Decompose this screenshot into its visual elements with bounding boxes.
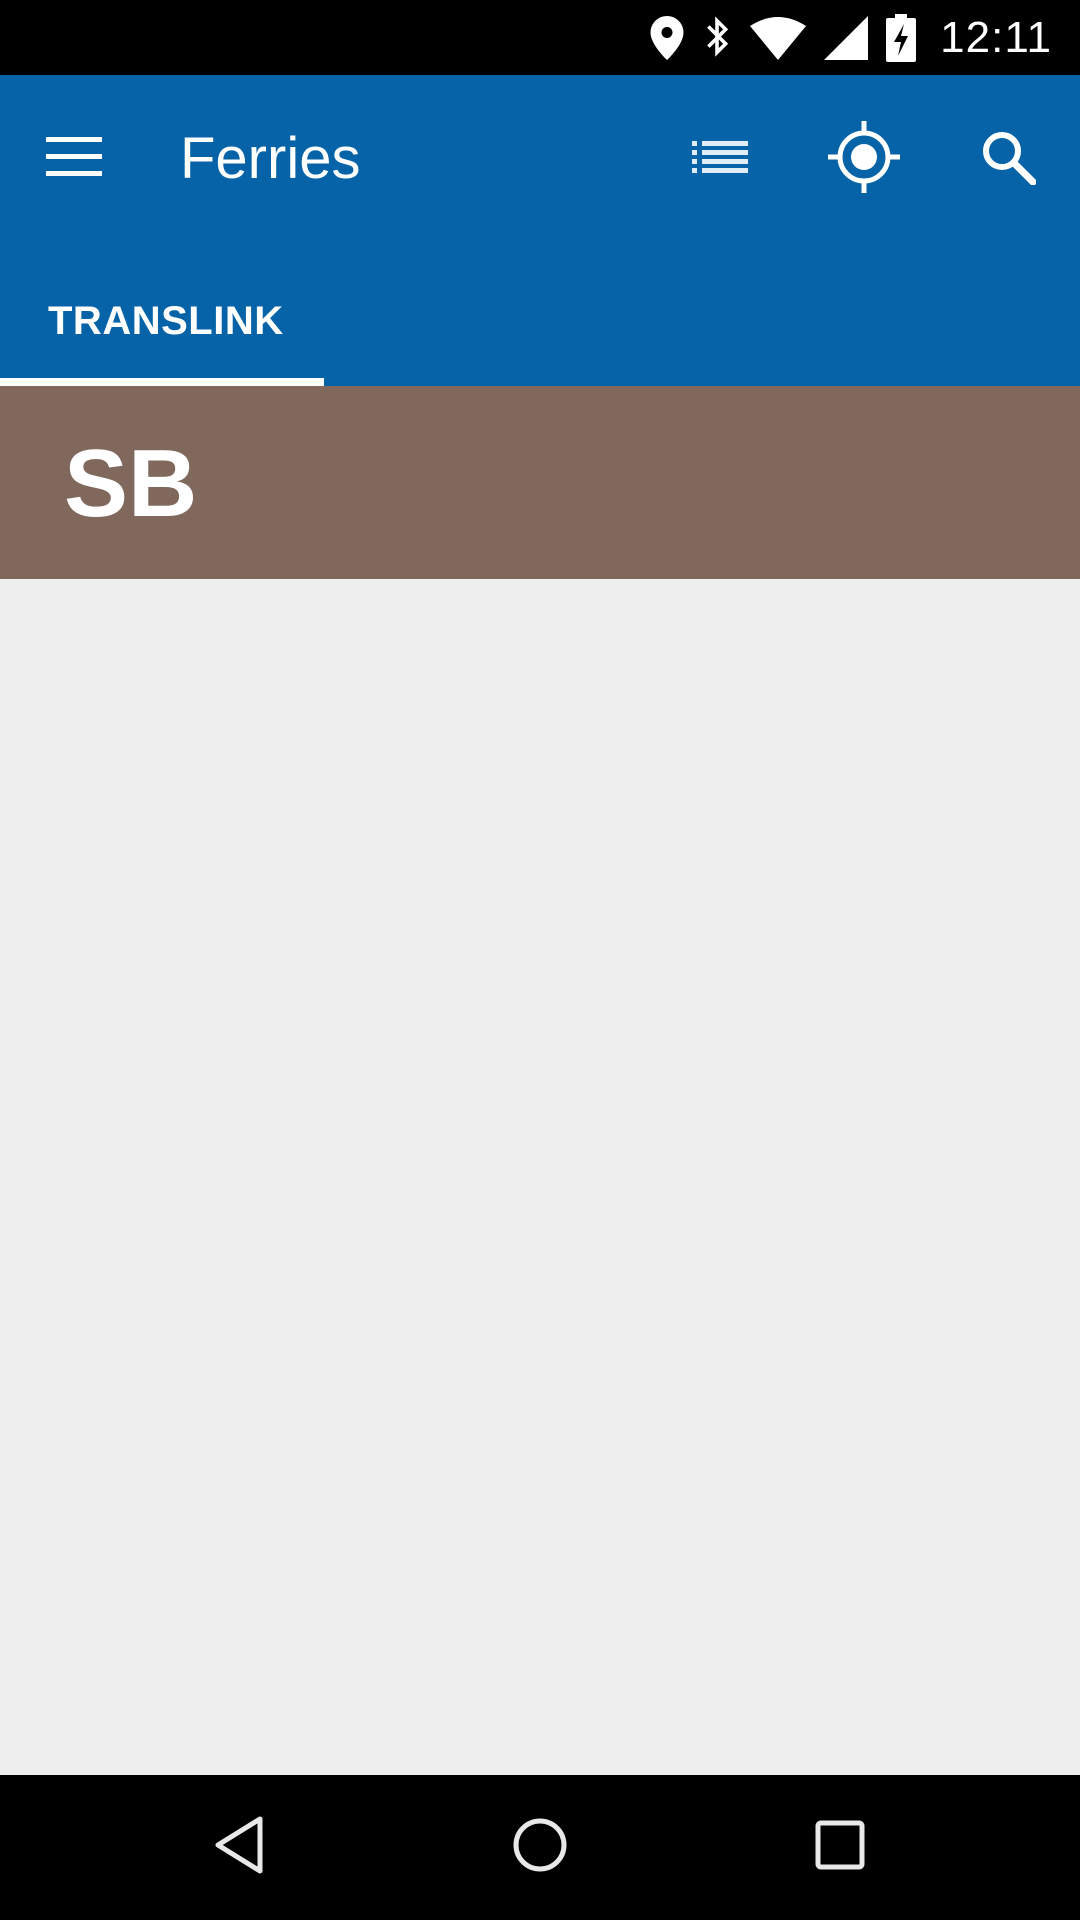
status-time: 12:11 bbox=[940, 12, 1052, 62]
back-icon bbox=[212, 1815, 268, 1880]
my-location-button[interactable] bbox=[824, 119, 904, 199]
route-code: SB bbox=[64, 430, 198, 537]
recents-button[interactable] bbox=[790, 1797, 890, 1897]
signal-icon bbox=[824, 15, 869, 60]
status-bar: 12:11 bbox=[0, 0, 1080, 75]
search-icon bbox=[980, 129, 1038, 190]
list-view-icon bbox=[692, 139, 748, 180]
navigation-bar bbox=[0, 1775, 1080, 1920]
content-area bbox=[0, 579, 1080, 1775]
tab-label: TRANSLINK bbox=[48, 299, 284, 343]
home-icon bbox=[512, 1817, 568, 1878]
toolbar: Ferries bbox=[0, 75, 1080, 243]
tab-bar: TRANSLINK bbox=[0, 243, 1080, 386]
menu-icon bbox=[46, 136, 102, 182]
home-button[interactable] bbox=[490, 1797, 590, 1897]
menu-button[interactable] bbox=[34, 119, 114, 199]
battery-charging-icon bbox=[886, 13, 917, 62]
my-location-icon bbox=[828, 120, 900, 198]
tab-selected-indicator bbox=[0, 378, 324, 386]
recents-icon bbox=[815, 1820, 865, 1875]
wifi-icon bbox=[750, 16, 807, 60]
back-button[interactable] bbox=[190, 1797, 290, 1897]
location-icon bbox=[650, 15, 684, 60]
page-title: Ferries bbox=[180, 126, 361, 191]
route-header[interactable]: SB bbox=[0, 386, 1080, 579]
search-button[interactable] bbox=[968, 119, 1048, 199]
status-icons: 12:11 bbox=[650, 0, 1052, 75]
list-view-button[interactable] bbox=[680, 119, 760, 199]
app-bar: Ferries TRANSLINK bbox=[0, 75, 1080, 386]
tab-translink[interactable]: TRANSLINK bbox=[0, 243, 324, 386]
bluetooth-icon bbox=[702, 15, 732, 61]
